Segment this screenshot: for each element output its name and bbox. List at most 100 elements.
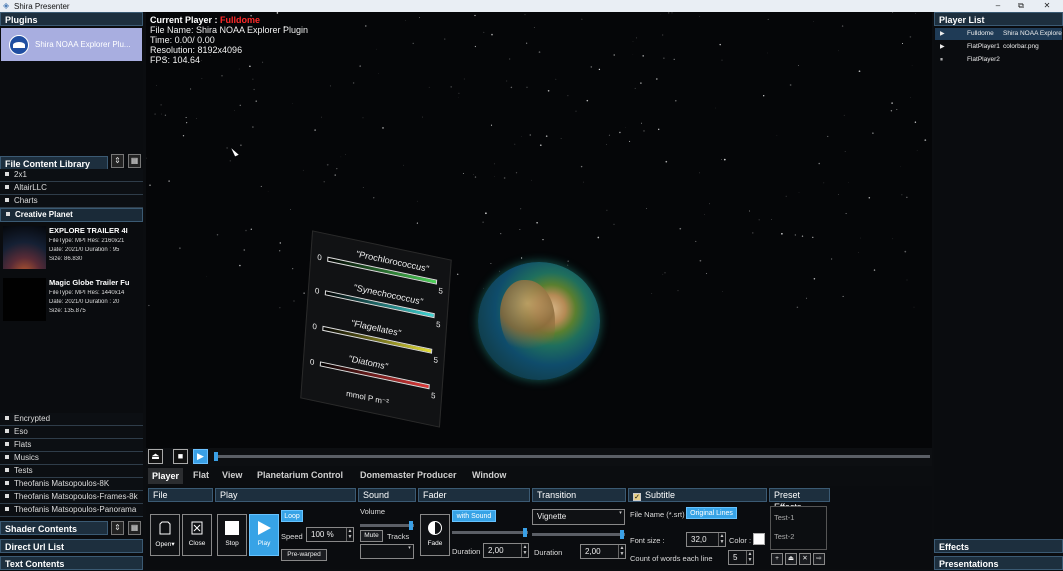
presentations-header[interactable]: Presentations [934, 556, 1063, 570]
star [520, 208, 521, 209]
transition-duration-input[interactable]: 2,00▲▼ [580, 544, 626, 559]
preset-item[interactable]: Test-2 [774, 532, 794, 541]
maximize-button[interactable]: ⧉ [1010, 0, 1032, 12]
spin-arrows-icon[interactable]: ▲▼ [521, 544, 528, 557]
fader-slider[interactable] [452, 531, 528, 534]
stop-button[interactable]: Stop [217, 514, 247, 556]
star [823, 183, 824, 184]
words-per-line-input[interactable]: 5▲▼ [728, 550, 754, 565]
color-swatch[interactable] [753, 533, 765, 545]
folder-item[interactable]: Eso [0, 426, 143, 439]
direct-url-header[interactable]: Direct Url List [0, 539, 143, 553]
library-header[interactable]: File Content Library [0, 156, 108, 170]
play-button[interactable]: Play [249, 514, 279, 556]
volume-slider[interactable] [360, 524, 414, 527]
star [530, 134, 531, 135]
play-icon[interactable]: ▶ [193, 449, 208, 464]
subtitle-checkbox[interactable]: ✓ [633, 493, 641, 501]
open-button[interactable]: Open▾ [150, 514, 180, 556]
font-size-label: Font size : [630, 536, 665, 545]
speed-input[interactable]: 100 %▲▼ [306, 527, 354, 542]
spin-arrows-icon[interactable]: ▲▼ [618, 545, 625, 558]
grid-view-icon[interactable]: ▦ [128, 521, 141, 535]
folder-item[interactable]: Theofanis Matsopoulos-Frames-8k [0, 491, 143, 504]
original-lines-button[interactable]: Original Lines [686, 507, 737, 519]
folder-item-open[interactable]: Creative Planet [0, 208, 143, 222]
close-button[interactable]: Close [182, 514, 212, 556]
spin-arrows-icon[interactable]: ▲▼ [718, 533, 725, 546]
stop-icon[interactable]: ■ [173, 449, 188, 464]
font-size-input[interactable]: 32,0▲▼ [686, 532, 726, 547]
fade-button[interactable]: Fade [420, 514, 450, 556]
folder-item[interactable]: Theofanis Matsopoulos-Panorama [0, 504, 143, 517]
folder-item[interactable]: AltairLLC [0, 182, 143, 195]
tracks-select[interactable]: ▾ [360, 544, 414, 559]
folder-icon [5, 507, 9, 511]
folder-item[interactable]: Flats [0, 439, 143, 452]
with-sound-button[interactable]: with Sound [452, 510, 496, 522]
add-preset-icon[interactable]: + [771, 553, 783, 565]
tab-player[interactable]: Player [148, 468, 183, 484]
tab-domemaster-producer[interactable]: Domemaster Producer [360, 470, 457, 480]
preset-effects-list[interactable]: Test-1 Test-2 [770, 506, 827, 550]
close-window-button[interactable]: ✕ [1036, 0, 1058, 12]
star [160, 104, 161, 105]
minimize-button[interactable]: – [987, 0, 1009, 12]
delete-preset-icon[interactable]: ✕ [799, 553, 811, 565]
shader-contents-header[interactable]: Shader Contents [0, 521, 108, 535]
transition-select[interactable]: Vignette▾ [532, 509, 625, 525]
folder-item[interactable]: Musics [0, 452, 143, 465]
tab-window[interactable]: Window [472, 470, 506, 480]
star [252, 126, 254, 128]
loop-button[interactable]: Loop [281, 510, 303, 522]
star [504, 177, 506, 179]
folder-item[interactable]: Charts [0, 195, 143, 208]
player-row[interactable]: ▶ Fulldome Shira NOAA Explore [935, 28, 1062, 40]
subtitle-label: Subtitle [645, 490, 675, 500]
plugin-item-noaa[interactable]: Shira NOAA Explorer Plu... [1, 28, 142, 61]
sort-icon[interactable]: ⇕ [111, 521, 124, 535]
folder-item[interactable]: Theofanis Matsopoulos-8K [0, 478, 143, 491]
spin-arrows-icon[interactable]: ▲▼ [746, 551, 753, 564]
transition-slider[interactable] [532, 533, 625, 536]
save-preset-icon[interactable]: ⏏ [785, 553, 797, 565]
media-item[interactable]: EXPLORE TRAILER 4I FileType: MPI Res: 21… [0, 222, 143, 274]
transition-knob[interactable] [620, 530, 624, 539]
sort-icon[interactable]: ⇕ [111, 154, 124, 168]
star [314, 129, 315, 130]
subtitle-section-header[interactable]: ✓ Subtitle [628, 488, 767, 502]
fader-section-header: Fader [418, 488, 530, 502]
tab-view[interactable]: View [222, 470, 242, 480]
folder-item[interactable]: Encrypted [0, 413, 143, 426]
star [561, 138, 562, 139]
fader-duration-input[interactable]: 2,00▲▼ [483, 543, 529, 558]
dome-viewport[interactable]: Current Player : Fulldome File Name: Shi… [146, 12, 932, 448]
mute-button[interactable]: Mute [360, 530, 383, 542]
fader-knob[interactable] [523, 528, 527, 537]
star [249, 66, 251, 68]
star [444, 39, 445, 40]
folder-item[interactable]: Tests [0, 465, 143, 478]
star [373, 197, 374, 198]
grid-view-icon[interactable]: ▦ [128, 154, 141, 168]
folder-item[interactable]: 2x1 [0, 169, 143, 182]
star [749, 210, 750, 211]
tab-planetarium-control[interactable]: Planetarium Control [257, 470, 343, 480]
player-row[interactable]: ⏸ FlatPlayer2 [935, 54, 1062, 66]
seek-knob[interactable] [214, 452, 218, 461]
player-row[interactable]: ▶ FlatPlayer1 colorbar.png [935, 41, 1062, 53]
apply-preset-icon[interactable]: ⇨ [813, 553, 825, 565]
volume-knob[interactable] [409, 521, 413, 530]
text-contents-header[interactable]: Text Contents [0, 556, 143, 570]
spin-arrows-icon[interactable]: ▲▼ [346, 528, 353, 541]
plugin-item-label: Shira NOAA Explorer Plu... [35, 40, 131, 49]
star [924, 139, 926, 141]
eject-icon[interactable]: ⏏ [148, 449, 163, 464]
transition-value: Vignette [537, 512, 566, 521]
effects-header[interactable]: Effects [934, 539, 1063, 553]
media-item[interactable]: Magic Globe Trailer Fu FileType: MPI Res… [0, 274, 143, 326]
preset-item[interactable]: Test-1 [774, 513, 794, 522]
prewarped-button[interactable]: Pre-warped [281, 549, 327, 561]
seek-bar[interactable] [216, 455, 930, 458]
tab-flat[interactable]: Flat [193, 470, 209, 480]
